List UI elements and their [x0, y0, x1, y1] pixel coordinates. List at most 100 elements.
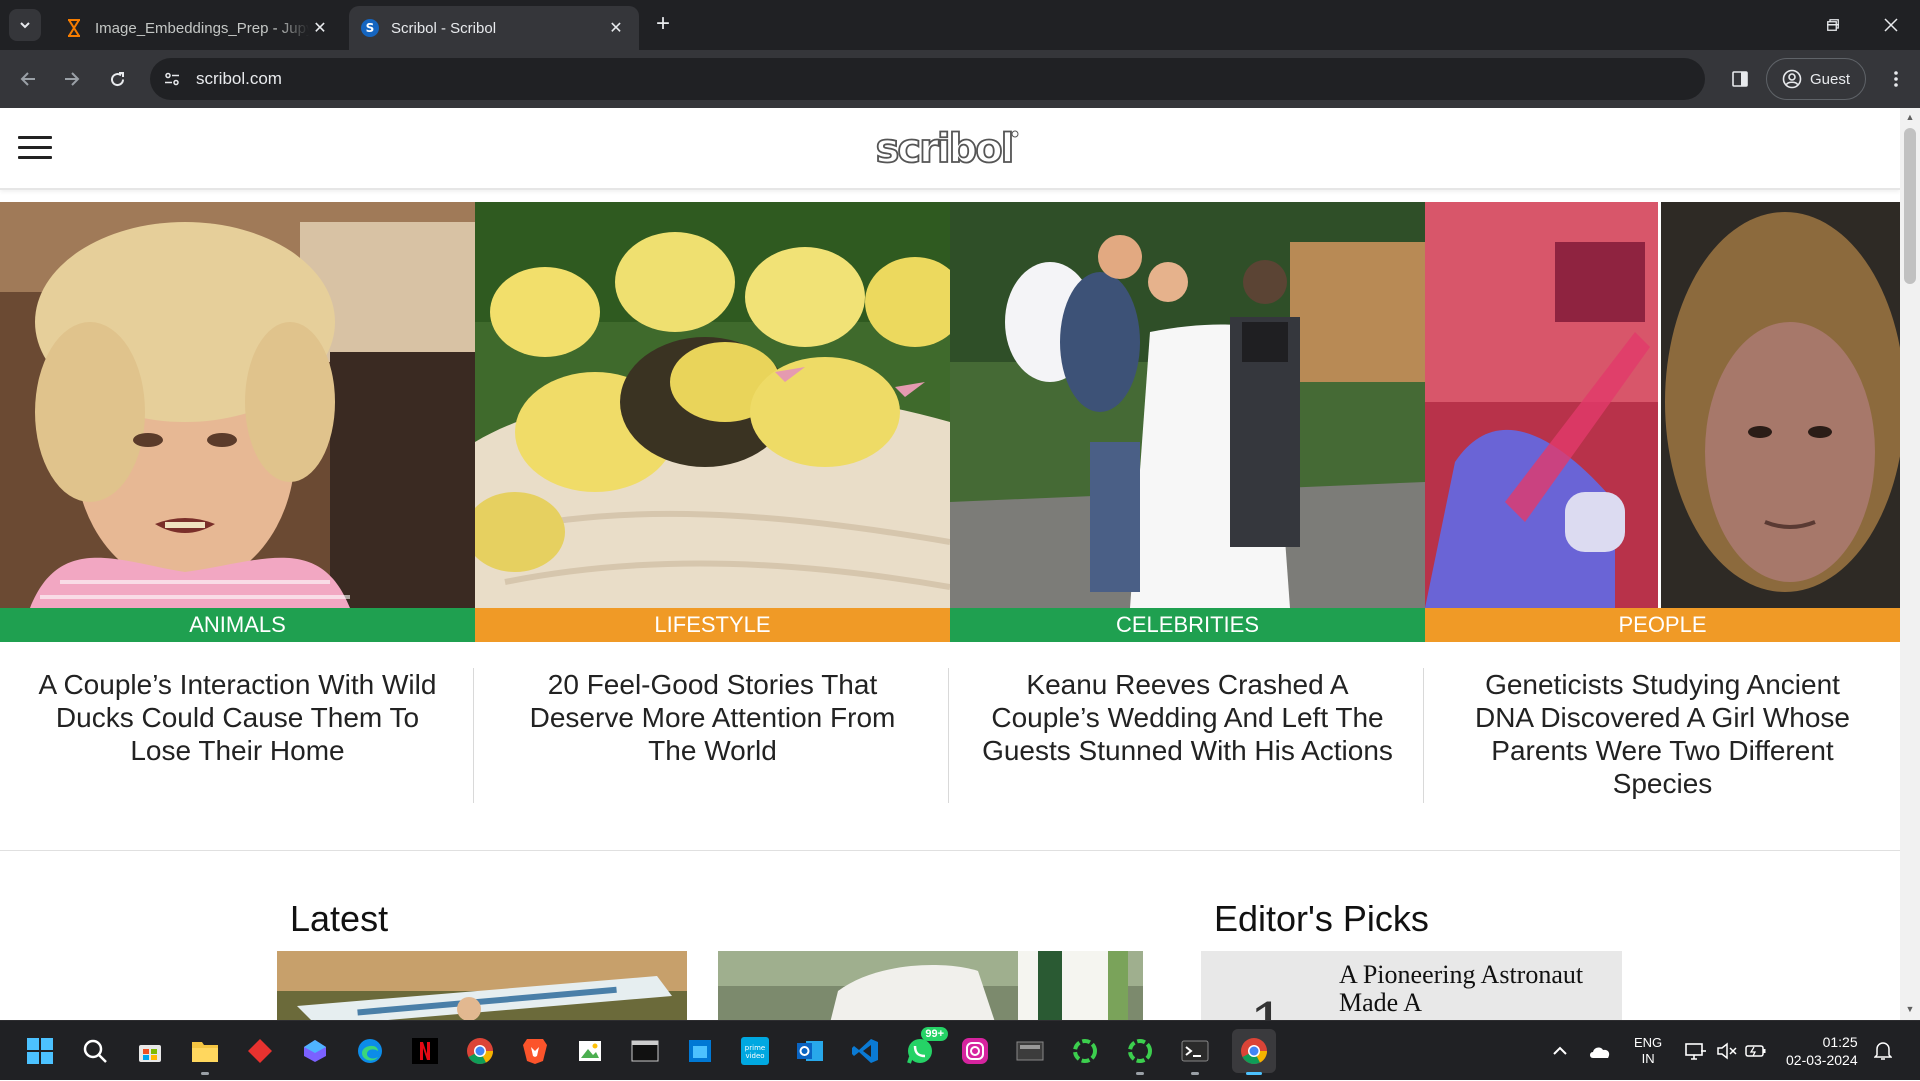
guest-label: Guest — [1809, 70, 1851, 88]
copilot-icon[interactable] — [297, 1033, 333, 1069]
svg-text:S: S — [366, 21, 375, 35]
page-scrollbar[interactable]: ▲ ▼ — [1900, 108, 1920, 1020]
terminal-icon[interactable] — [1177, 1033, 1213, 1075]
prime-video-icon[interactable]: prime video — [737, 1033, 773, 1069]
chrome-active-icon[interactable] — [1232, 1029, 1276, 1075]
spinner-app-icon[interactable] — [1067, 1033, 1103, 1069]
category-label-people[interactable]: PEOPLE — [1425, 608, 1900, 642]
hourglass-icon — [65, 19, 83, 37]
tab-jupyter[interactable]: Image_Embeddings_Prep - Jupyter ✕ — [53, 6, 343, 50]
close-window-button[interactable] — [1862, 0, 1920, 50]
side-panel-icon[interactable] — [1724, 63, 1756, 95]
instagram-icon[interactable] — [957, 1033, 993, 1069]
onedrive-icon[interactable] — [1588, 1021, 1612, 1081]
search-icon[interactable] — [77, 1033, 113, 1069]
close-tab-icon[interactable]: ✕ — [309, 17, 331, 39]
media-player-icon[interactable] — [1012, 1033, 1048, 1069]
divider — [473, 668, 474, 803]
brave-icon[interactable] — [517, 1033, 553, 1069]
hamburger-menu-icon[interactable] — [18, 136, 52, 160]
tab-title: Image_Embeddings_Prep - Jupyter — [95, 19, 309, 37]
outlook-icon[interactable] — [792, 1033, 828, 1069]
battery-icon[interactable] — [1745, 1021, 1767, 1081]
whatsapp-icon[interactable]: 99+ — [902, 1027, 948, 1069]
ducklings-photo[interactable] — [475, 202, 950, 608]
file-explorer-icon[interactable] — [187, 1033, 223, 1075]
back-button[interactable] — [12, 63, 44, 95]
browser-menu-icon[interactable] — [1880, 63, 1912, 95]
volume-muted-icon[interactable] — [1716, 1021, 1738, 1081]
notifications-bell-icon[interactable] — [1874, 1021, 1892, 1081]
new-tab-button[interactable]: + — [650, 12, 676, 38]
hero-card[interactable]: LIFESTYLE — [475, 202, 950, 642]
tab-scribol[interactable]: S Scribol - Scribol ✕ — [349, 6, 639, 50]
latest-heading: Latest — [290, 898, 389, 939]
whatsapp-badge: 99+ — [921, 1027, 948, 1041]
blue-app-icon[interactable] — [682, 1033, 718, 1069]
latest-article-image[interactable] — [277, 951, 687, 1020]
browser-toolbar: scribol.com Guest — [0, 50, 1920, 108]
svg-text:prime: prime — [745, 1044, 765, 1052]
language-code: ENG — [1634, 1035, 1663, 1050]
windows-taskbar: prime video 99+ ENG IN 01:25 02-03-2024 — [0, 1020, 1920, 1080]
clock-time: 01:25 — [1822, 1034, 1858, 1050]
scroll-thumb[interactable] — [1904, 128, 1916, 284]
scribol-favicon-icon: S — [361, 19, 379, 37]
profile-icon — [1782, 69, 1802, 89]
terminal-window-icon[interactable] — [627, 1033, 663, 1069]
hero-card[interactable]: PEOPLE — [1425, 202, 1900, 642]
region-code: IN — [1641, 1051, 1655, 1066]
woman-photo[interactable] — [0, 202, 475, 608]
edge-icon[interactable] — [352, 1033, 388, 1069]
language-indicator[interactable]: ENG IN — [1634, 1021, 1662, 1081]
page-viewport: scribol ANIMALS LIFESTYLE CELEBRITIES PE… — [0, 108, 1920, 1020]
close-tab-icon[interactable]: ✕ — [605, 17, 627, 39]
image-viewer-icon[interactable] — [572, 1033, 608, 1069]
clock-date: 02-03-2024 — [1786, 1052, 1858, 1068]
address-bar[interactable]: scribol.com — [150, 58, 1705, 100]
forward-button[interactable] — [56, 63, 88, 95]
vscode-icon[interactable] — [847, 1033, 883, 1069]
headline-link[interactable]: Geneticists Studying Ancient DNA Discove… — [1425, 668, 1900, 808]
scroll-down-arrow-icon[interactable]: ▼ — [1904, 1004, 1916, 1016]
logo-text: scribol — [876, 126, 1013, 172]
minimize-button-alt — [1746, 0, 1804, 50]
reload-button[interactable] — [101, 63, 133, 95]
spinner-app-icon-2[interactable] — [1122, 1033, 1158, 1075]
latest-article-image[interactable] — [718, 951, 1143, 1020]
url-text[interactable]: scribol.com — [196, 69, 282, 89]
tab-search-button[interactable] — [9, 9, 41, 41]
show-hidden-icons[interactable] — [1552, 1021, 1568, 1081]
headline-link[interactable]: 20 Feel-Good Stories That Deserve More A… — [475, 668, 950, 808]
scroll-up-arrow-icon[interactable]: ▲ — [1904, 112, 1916, 124]
restore-button[interactable] — [1804, 0, 1862, 50]
editors-pick-card[interactable]: 1 A Pioneering Astronaut Made A — [1201, 951, 1622, 1020]
site-info-icon[interactable] — [158, 65, 186, 93]
headline-link[interactable]: A Couple’s Interaction With Wild Ducks C… — [0, 668, 475, 808]
netflix-icon[interactable] — [407, 1033, 443, 1069]
red-app-icon[interactable] — [242, 1033, 278, 1069]
hero-card[interactable]: ANIMALS — [0, 202, 475, 642]
tab-title: Scribol - Scribol — [391, 19, 497, 37]
category-label-animals[interactable]: ANIMALS — [0, 608, 475, 642]
divider — [1423, 668, 1424, 803]
category-label-celebrities[interactable]: CELEBRITIES — [950, 608, 1425, 642]
headline-link[interactable]: Keanu Reeves Crashed A Couple’s Wedding … — [950, 668, 1425, 808]
scribol-logo[interactable]: scribol — [872, 126, 1022, 172]
wedding-photo[interactable] — [950, 202, 1425, 608]
guest-profile-button[interactable]: Guest — [1766, 58, 1866, 100]
pick-rank-number: 1 — [1249, 991, 1287, 1020]
category-label-lifestyle[interactable]: LIFESTYLE — [475, 608, 950, 642]
windows-start-icon[interactable] — [22, 1033, 58, 1069]
hero-row: ANIMALS LIFESTYLE CELEBRITIES PEOPLE — [0, 202, 1900, 642]
pick-headline[interactable]: A Pioneering Astronaut Made A — [1339, 961, 1599, 1017]
editors-picks-heading: Editor's Picks — [1214, 898, 1429, 939]
chrome-icon[interactable] — [462, 1033, 498, 1069]
clock[interactable]: 01:25 02-03-2024 — [1786, 1021, 1858, 1081]
section-divider — [0, 850, 1900, 851]
dna-research-photo[interactable] — [1425, 202, 1900, 608]
store-icon[interactable] — [132, 1033, 168, 1069]
headline-row: A Couple’s Interaction With Wild Ducks C… — [0, 668, 1900, 808]
network-icon[interactable] — [1685, 1021, 1707, 1081]
hero-card[interactable]: CELEBRITIES — [950, 202, 1425, 642]
